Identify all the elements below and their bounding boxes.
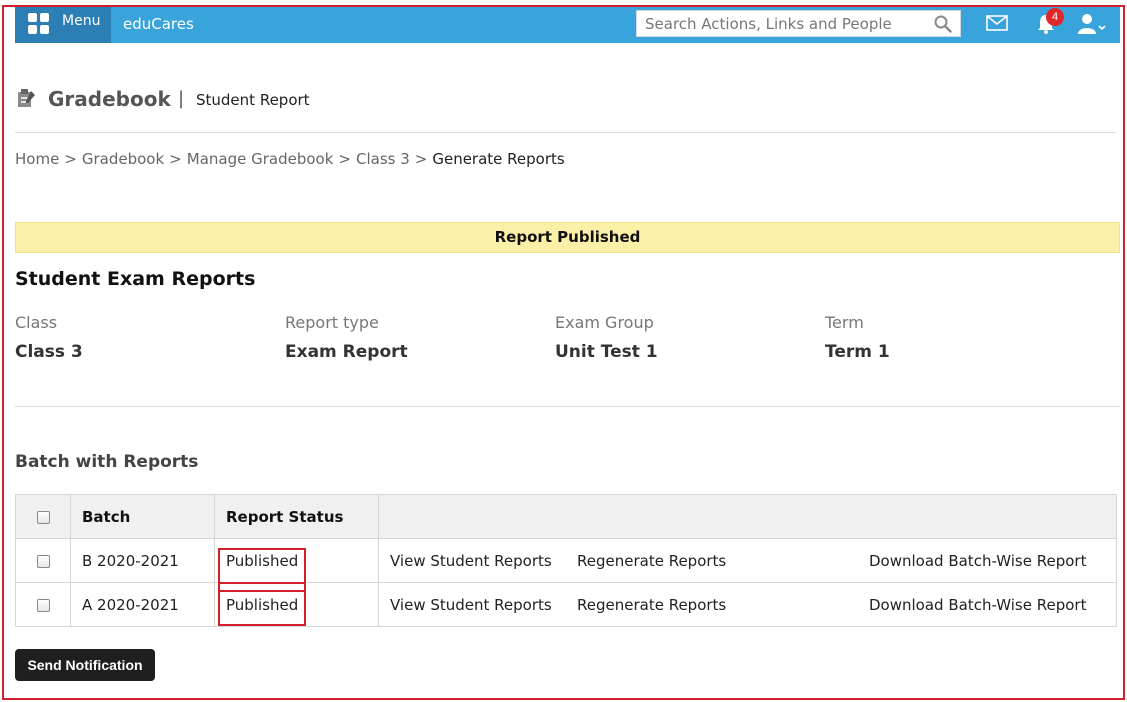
gradebook-icon [18, 89, 35, 107]
status-text: Published [226, 551, 299, 570]
view-student-reports-link[interactable]: View Student Reports [390, 552, 577, 570]
divider [15, 132, 1116, 133]
report-status-header: Report Status [214, 494, 379, 539]
term-value: Term 1 [825, 342, 890, 362]
notification-badge: 4 [1046, 8, 1064, 26]
batch-section-title: Batch with Reports [15, 452, 199, 472]
section-title: Student Exam Reports [15, 268, 256, 290]
exam-group-label: Exam Group [555, 313, 654, 332]
regenerate-reports-link[interactable]: Regenerate Reports [577, 596, 869, 614]
breadcrumb-current: Generate Reports [432, 150, 565, 168]
page-subtitle: Student Report [196, 91, 310, 109]
class-label: Class [15, 313, 58, 332]
page-title: Gradebook [48, 87, 171, 111]
divider [15, 406, 1120, 407]
batch-cell: A 2020-2021 [70, 582, 215, 627]
breadcrumb: Home > Gradebook > Manage Gradebook > Class 3 >… [15, 150, 565, 168]
menu-grid-icon [28, 13, 50, 35]
download-batch-report-link[interactable]: Download Batch-Wise Report [869, 596, 1086, 614]
breadcrumb-manage-gradebook[interactable]: Manage Gradebook [187, 150, 334, 168]
mail-icon[interactable] [986, 15, 1008, 31]
row-checkbox[interactable] [36, 554, 50, 568]
status-cell: Published [214, 582, 379, 627]
report-type-label: Report type [285, 313, 379, 332]
status-cell: Published [214, 538, 379, 592]
report-type-value: Exam Report [285, 342, 408, 362]
user-icon[interactable] [1077, 13, 1107, 35]
breadcrumb-class[interactable]: Class 3 [356, 150, 410, 168]
batch-table: Batch Report Status B 2020-2021 Publishe… [15, 494, 1117, 627]
regenerate-reports-link[interactable]: Regenerate Reports [577, 552, 869, 570]
send-notification-button[interactable]: Send Notification [15, 649, 155, 681]
menu-label: Menu [62, 13, 101, 29]
table-row: A 2020-2021 Published View Student Repor… [15, 582, 1117, 627]
class-value: Class 3 [15, 342, 83, 362]
table-row: B 2020-2021 Published View Student Repor… [15, 538, 1117, 592]
breadcrumb-home[interactable]: Home [15, 150, 59, 168]
view-student-reports-link[interactable]: View Student Reports [390, 596, 577, 614]
term-label: Term [825, 313, 864, 332]
actions-cell: View Student Reports Regenerate Reports Do… [378, 582, 1117, 627]
search-icon[interactable] [934, 15, 952, 33]
search-input[interactable] [637, 11, 927, 36]
breadcrumb-gradebook[interactable]: Gradebook [82, 150, 164, 168]
top-bar: Menu eduCares 4 [15, 5, 1120, 43]
row-checkbox[interactable] [36, 598, 50, 612]
exam-group-value: Unit Test 1 [555, 342, 658, 362]
status-text: Published [226, 595, 299, 614]
title-separator: | [178, 88, 185, 109]
select-all-cell [15, 494, 71, 539]
select-all-checkbox[interactable] [36, 510, 50, 524]
report-published-alert: Report Published [15, 222, 1120, 253]
batch-header: Batch [70, 494, 215, 539]
download-batch-report-link[interactable]: Download Batch-Wise Report [869, 552, 1086, 570]
actions-cell: View Student Reports Regenerate Reports Do… [378, 538, 1117, 583]
search-box [636, 10, 961, 37]
menu-button[interactable]: Menu [15, 5, 111, 43]
brand-link[interactable]: eduCares [123, 15, 194, 33]
actions-header [378, 494, 1117, 539]
table-header-row: Batch Report Status [15, 494, 1117, 539]
batch-cell: B 2020-2021 [70, 538, 215, 583]
